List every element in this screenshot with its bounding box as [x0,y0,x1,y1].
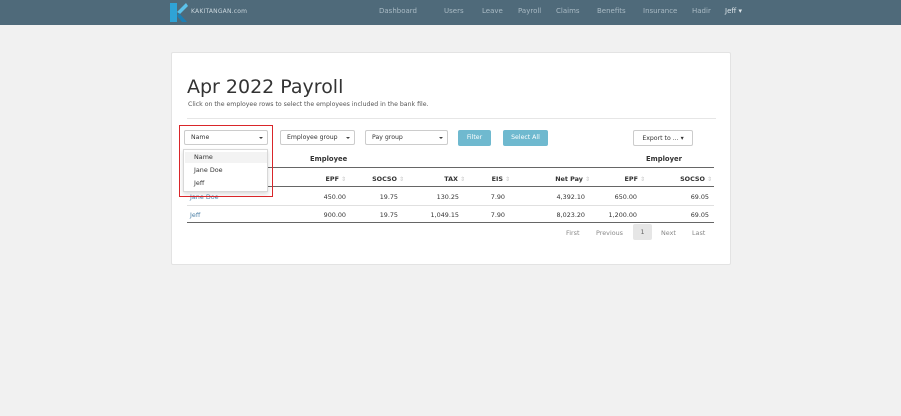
cell-employer-epf: 650.00 [614,193,637,201]
table-bottom-line [187,222,714,223]
cell-eis: 7.90 [490,211,505,219]
pagination-last[interactable]: Last [692,229,705,237]
row-divider [187,205,714,206]
sort-icon: ⇕ [584,176,590,183]
pagination-next[interactable]: Next [661,229,676,237]
column-header-employee-socso[interactable]: SOCSO ⇕ [372,175,404,183]
select-all-button[interactable]: Select All [503,130,548,146]
sort-icon: ⇕ [459,176,465,183]
column-header-tax[interactable]: TAX ⇕ [444,175,465,183]
nav-users[interactable]: Users [444,7,464,15]
cell-tax: 130.25 [436,193,459,201]
pay-group-value: Pay group [372,134,403,141]
nav-insurance[interactable]: Insurance [643,7,677,15]
cell-employee-epf: 450.00 [323,193,346,201]
sort-icon: ⇕ [639,176,645,183]
export-button[interactable]: Export to ... ▾ [633,130,693,146]
nav-benefits[interactable]: Benefits [597,7,626,15]
chevron-down-icon [346,137,350,139]
nav-leave[interactable]: Leave [482,7,503,15]
cell-eis: 7.90 [490,193,505,201]
column-header-employer-socso[interactable]: SOCSO ⇕ [680,175,712,183]
employee-group-select[interactable]: Employee group [280,130,355,145]
sort-icon: ⇕ [706,176,712,183]
pay-group-select[interactable]: Pay group [365,130,448,145]
brand-name[interactable]: KAKITANGAN.com [191,8,247,15]
group-header-employee: Employee [310,155,348,163]
cell-employee-socso: 19.75 [379,193,398,201]
page-subtitle: Click on the employee rows to select the… [188,101,429,108]
column-header-employee-epf[interactable]: EPF ⇕ [326,175,346,183]
cell-employee-epf: 900.00 [323,211,346,219]
cell-net-pay: 8,023.20 [556,211,585,219]
cell-employer-epf: 1,200.00 [608,211,637,219]
page-title: Apr 2022 Payroll [187,76,344,98]
sort-icon: ⇕ [504,176,510,183]
sort-icon: ⇕ [340,176,346,183]
column-header-label: TAX [444,175,458,183]
filter-button[interactable]: Filter [458,130,491,146]
employee-group-value: Employee group [287,134,338,141]
column-header-label: SOCSO [372,175,397,183]
pagination-previous[interactable]: Previous [596,229,623,237]
column-header-label: SOCSO [680,175,705,183]
cell-employee-socso: 19.75 [379,211,398,219]
cell-employer-socso: 69.05 [690,193,709,201]
column-header-label: EPF [325,175,339,183]
pagination-first[interactable]: First [566,229,579,237]
nav-hadir[interactable]: Hadir [692,7,711,15]
column-header-label: EPF [624,175,638,183]
cell-tax: 1,049.15 [430,211,459,219]
user-menu[interactable]: Jeff ▾ [725,7,742,15]
column-header-label: Net Pay [555,175,583,183]
sort-icon: ⇕ [398,176,404,183]
group-header-employer: Employer [646,155,682,163]
column-header-net-pay[interactable]: Net Pay ⇕ [555,175,590,183]
column-header-employer-epf[interactable]: EPF ⇕ [625,175,645,183]
column-header-label: EIS [491,175,503,183]
column-header-eis[interactable]: EIS ⇕ [492,175,510,183]
nav-payroll[interactable]: Payroll [518,7,541,15]
cell-net-pay: 4,392.10 [556,193,585,201]
highlight-box [179,125,273,197]
chevron-down-icon [439,137,443,139]
logo-icon[interactable] [170,3,188,22]
chevron-down-icon: ▾ [738,7,742,15]
nav-dashboard[interactable]: Dashboard [379,7,417,15]
cell-employer-socso: 69.05 [690,211,709,219]
pagination-current-page[interactable]: 1 [633,224,652,240]
divider [187,118,716,119]
navbar: KAKITANGAN.com Dashboard Users Leave Pay… [0,0,901,25]
employee-name[interactable]: Jeff [190,211,200,219]
nav-claims[interactable]: Claims [556,7,580,15]
user-name: Jeff [725,7,737,15]
